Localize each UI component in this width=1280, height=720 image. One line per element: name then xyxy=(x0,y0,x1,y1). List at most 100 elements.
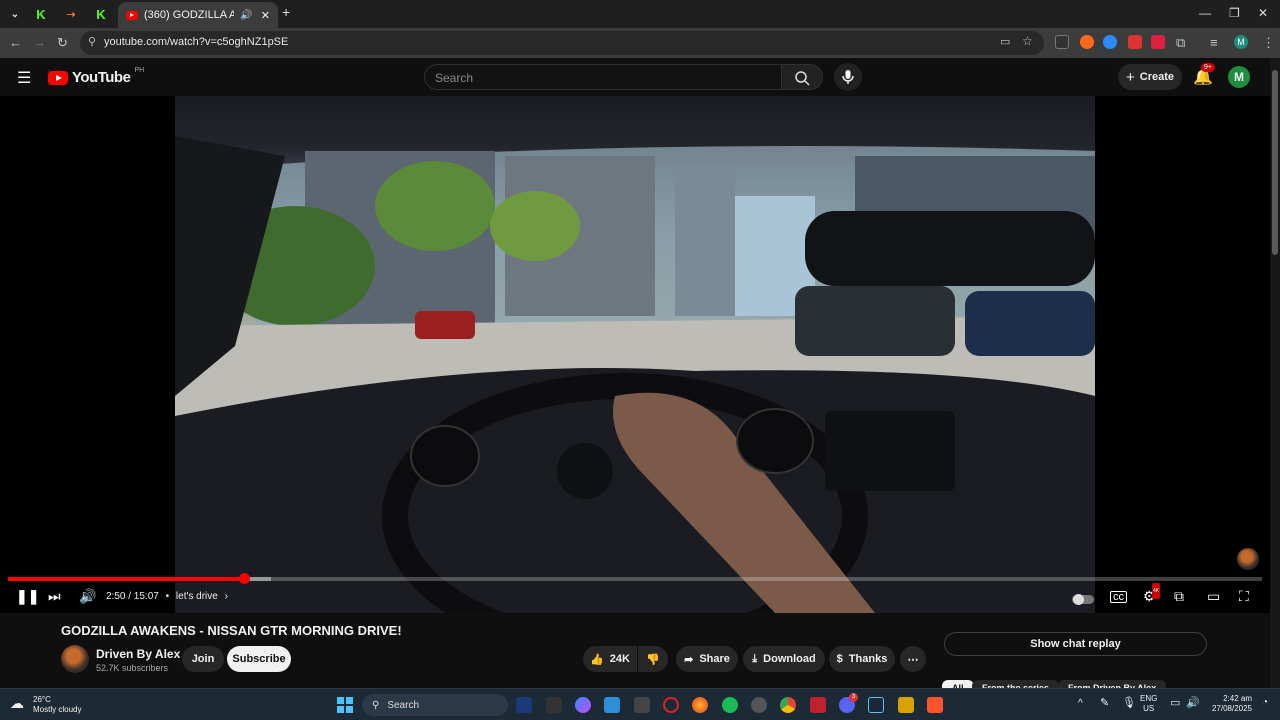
extensions-puzzle-icon[interactable]: ⧉ xyxy=(1176,35,1185,51)
volume-button[interactable]: 🔊 xyxy=(79,588,96,604)
minimize-button[interactable]: — xyxy=(1199,6,1211,20)
page-scrollbar[interactable] xyxy=(1270,58,1280,688)
discord-icon[interactable]: 3 xyxy=(839,693,858,713)
miniplayer-button[interactable]: ⧉ xyxy=(1174,588,1184,604)
network-icon[interactable]: ▭ xyxy=(1170,696,1180,709)
volume-tray-icon[interactable]: 🔊 xyxy=(1186,696,1200,709)
autoplay-toggle[interactable] xyxy=(1072,591,1094,607)
tab-title: (360) GODZILLA AWAKENS xyxy=(144,9,235,21)
create-button[interactable]: + Create xyxy=(1118,64,1182,90)
app-icon-2[interactable] xyxy=(546,697,562,713)
url-text: youtube.com/watch?v=c5oghNZ1pSE xyxy=(104,36,289,48)
search-button[interactable] xyxy=(781,64,823,90)
join-button[interactable]: Join xyxy=(182,646,224,672)
extension-2-icon[interactable] xyxy=(1080,35,1094,49)
speaker-icon[interactable]: 🔊 xyxy=(240,10,252,21)
share-button[interactable]: ➦ Share xyxy=(676,646,738,672)
tray-mic-icon[interactable]: 🎙 xyxy=(1122,696,1136,709)
next-button[interactable]: ⏭ xyxy=(48,588,61,604)
thumbs-down-icon: 👎 xyxy=(646,653,660,666)
clock[interactable]: 2:42 am 27/08/2025 xyxy=(1210,694,1252,714)
channel-name[interactable]: Driven By Alex xyxy=(96,647,180,661)
site-info-icon[interactable]: ⚲ xyxy=(88,35,96,48)
pause-button[interactable]: ❚❚ xyxy=(16,588,39,604)
show-chat-replay-button[interactable]: Show chat replay xyxy=(944,632,1207,656)
chrome-menu-icon[interactable]: ⋮ xyxy=(1262,35,1275,51)
like-button[interactable]: 👍 24K xyxy=(583,646,637,672)
copilot-icon[interactable] xyxy=(575,697,591,713)
reload-icon[interactable]: ↻ xyxy=(57,35,68,51)
scrollbar-thumb[interactable] xyxy=(1272,70,1278,255)
theater-mode-button[interactable]: ▭ xyxy=(1207,588,1220,604)
tray-overflow-icon[interactable]: ^ xyxy=(1078,698,1083,709)
more-actions-button[interactable]: ⋯ xyxy=(900,646,926,672)
bookmark-star-icon[interactable]: ☆ xyxy=(1022,34,1033,48)
orange-arrow-icon: ➝ xyxy=(66,8,76,21)
steam-icon[interactable] xyxy=(868,697,884,713)
download-button[interactable]: ⤓ Download xyxy=(743,646,825,672)
extension-1-icon[interactable] xyxy=(1055,35,1069,49)
tab-kick-1[interactable]: K xyxy=(26,4,56,24)
discord-badge: 3 xyxy=(849,693,858,702)
search-input[interactable]: Search xyxy=(424,64,782,90)
settings-button[interactable]: ⚙ 4K xyxy=(1143,583,1161,604)
taskbar-search[interactable]: ⚲ Search xyxy=(362,694,508,716)
create-label: Create xyxy=(1139,71,1174,83)
thanks-button[interactable]: $ Thanks xyxy=(829,646,895,672)
close-window-button[interactable]: ✕ xyxy=(1258,6,1268,20)
extension-5-icon[interactable] xyxy=(1151,35,1165,49)
more-icon: ⋯ xyxy=(907,653,919,666)
app-icon-14[interactable] xyxy=(898,697,914,713)
channel-watermark[interactable] xyxy=(1237,548,1259,570)
notification-center-icon[interactable]: ◔ xyxy=(1262,697,1268,708)
restore-button[interactable]: ❐ xyxy=(1229,6,1240,20)
extension-4-icon[interactable] xyxy=(1128,35,1142,49)
back-icon[interactable]: ← xyxy=(9,35,22,51)
close-tab-icon[interactable]: ✕ xyxy=(261,9,270,22)
app-icon-5[interactable] xyxy=(634,697,650,713)
chapter-title[interactable]: let's drive xyxy=(176,591,218,602)
tab-youtube-active[interactable]: (360) GODZILLA AWAKENS 🔊 ✕ xyxy=(118,2,278,28)
browser-toolbar: ← → ↻ ⚲ youtube.com/watch?v=c5oghNZ1pSE … xyxy=(0,28,1280,58)
channel-avatar[interactable] xyxy=(61,645,89,673)
youtube-logo[interactable]: YouTube PH xyxy=(48,67,144,86)
subscribe-button[interactable]: Subscribe xyxy=(227,646,291,672)
tab-orange[interactable]: ➝ xyxy=(56,4,86,24)
voice-search-button[interactable] xyxy=(834,63,862,91)
brave-icon[interactable] xyxy=(927,697,943,713)
tray-pen-icon[interactable]: ✎ xyxy=(1100,696,1109,709)
notifications-button[interactable]: 🔔 9+ xyxy=(1193,63,1215,87)
subscriber-count: 52.7K subscribers xyxy=(96,663,169,673)
video-player[interactable] xyxy=(0,96,1270,613)
forward-icon[interactable]: → xyxy=(33,35,46,51)
address-bar[interactable]: ⚲ youtube.com/watch?v=c5oghNZ1pSE ▭ ☆ xyxy=(80,31,1044,55)
language-indicator[interactable]: ENG US xyxy=(1140,694,1157,714)
scrubber-handle[interactable] xyxy=(238,573,250,584)
new-tab-button[interactable]: + xyxy=(282,4,290,20)
driving-scene-image xyxy=(175,136,1095,613)
extension-3-icon[interactable] xyxy=(1103,35,1117,49)
app-icon-11[interactable] xyxy=(810,697,826,713)
fullscreen-button[interactable]: ⛶ xyxy=(1239,588,1249,604)
hamburger-menu-icon[interactable]: ☰ xyxy=(17,68,31,88)
tab-kick-2[interactable]: K xyxy=(86,4,116,24)
profile-avatar[interactable]: M xyxy=(1234,35,1248,49)
app-icon-9[interactable] xyxy=(751,697,767,713)
progress-bar[interactable] xyxy=(8,573,1262,584)
subtitles-button[interactable]: cc xyxy=(1110,591,1127,603)
dislike-button[interactable]: 👎 xyxy=(638,646,668,672)
chevron-right-icon[interactable]: › xyxy=(225,591,228,602)
share-icon: ➦ xyxy=(684,653,694,666)
microphone-icon xyxy=(842,70,854,84)
windows-start-icon[interactable] xyxy=(337,697,353,713)
cast-icon[interactable]: ▭ xyxy=(1000,35,1010,48)
account-avatar[interactable]: M xyxy=(1228,66,1250,88)
reading-list-icon[interactable]: ≡ xyxy=(1210,35,1218,51)
spotify-icon[interactable] xyxy=(722,697,738,713)
firefox-icon[interactable] xyxy=(692,697,708,713)
chrome-icon[interactable] xyxy=(780,697,796,713)
vscode-icon[interactable] xyxy=(516,697,532,713)
notepad-icon[interactable] xyxy=(604,697,620,713)
miniplayer-icon: ⧉ xyxy=(1174,588,1184,604)
opera-icon[interactable] xyxy=(663,697,679,713)
